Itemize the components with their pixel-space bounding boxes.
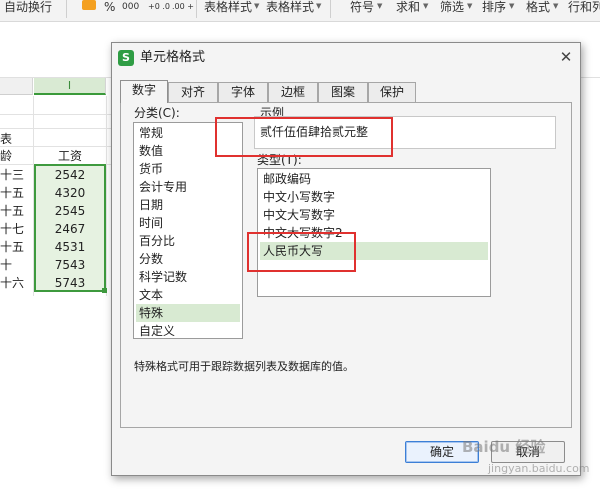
wrap-text-button[interactable]: 自动换行 — [4, 0, 56, 16]
tab-protection[interactable]: 保护 — [368, 82, 416, 102]
list-item[interactable]: 会计专用 — [136, 178, 240, 196]
table-row-left[interactable]: 十三 — [0, 166, 32, 184]
list-item[interactable]: 时间 — [136, 214, 240, 232]
highlight-annotation-type — [247, 232, 356, 272]
gridline — [0, 128, 112, 129]
ribbon-separator — [66, 0, 67, 18]
close-icon[interactable]: ✕ — [556, 47, 576, 67]
tab-border[interactable]: 边框 — [268, 82, 318, 102]
list-item[interactable]: 百分比 — [136, 232, 240, 250]
salary-cell[interactable]: 2545 — [36, 202, 104, 220]
dialog-tabs: 数字 对齐 字体 边框 图案 保护 — [120, 80, 576, 103]
column-header-h[interactable] — [0, 78, 33, 95]
salary-cell[interactable]: 2467 — [36, 220, 104, 238]
sum-button[interactable]: 求和 — [396, 0, 422, 16]
dialog-titlebar[interactable]: S 单元格格式 ✕ — [112, 43, 580, 73]
chevron-down-icon[interactable]: ▼ — [316, 2, 321, 10]
column-header-i[interactable]: I — [34, 78, 106, 95]
tab-alignment[interactable]: 对齐 — [168, 82, 218, 102]
tab-number[interactable]: 数字 — [120, 80, 168, 103]
chevron-down-icon[interactable]: ▼ — [423, 2, 428, 10]
category-description: 特殊格式可用于跟踪数据列表及数据库的值。 — [134, 360, 354, 373]
chevron-down-icon[interactable]: ▼ — [254, 2, 259, 10]
table-row-left[interactable]: 十 — [0, 256, 32, 274]
chevron-down-icon[interactable]: ▼ — [509, 2, 514, 10]
table-style-button[interactable]: 表格样式 — [266, 0, 314, 16]
table-row-left[interactable]: 十五 — [0, 184, 32, 202]
thousands-button[interactable]: 000 — [122, 0, 142, 16]
header-cell-age[interactable]: 龄 — [0, 147, 32, 165]
dialog-title: 单元格格式 — [140, 50, 206, 65]
symbol-button[interactable]: 符号 — [350, 0, 376, 16]
list-item[interactable]: 中文小写数字 — [260, 188, 488, 206]
table-row-left[interactable]: 十五 — [0, 238, 32, 256]
salary-cell[interactable]: 7543 — [36, 256, 104, 274]
filter-button[interactable]: 筛选 — [440, 0, 466, 16]
salary-cell[interactable]: 4320 — [36, 184, 104, 202]
chevron-down-icon[interactable]: ▼ — [467, 2, 472, 10]
list-item[interactable]: 自定义 — [136, 322, 240, 338]
decrease-decimal-button[interactable]: .00 +0 — [172, 0, 194, 16]
list-item[interactable]: 邮政编码 — [260, 170, 488, 188]
header-cell-salary[interactable]: 工资 — [36, 147, 104, 165]
gridline — [0, 114, 112, 115]
baidu-watermark-logo: Baidu 经验 — [462, 438, 546, 456]
chevron-down-icon[interactable]: ▼ — [553, 2, 558, 10]
table-row-left[interactable]: 十五 — [0, 202, 32, 220]
category-label: 分类(C): — [134, 106, 180, 120]
salary-cell[interactable]: 2542 — [36, 166, 104, 184]
list-item[interactable]: 日期 — [136, 196, 240, 214]
table-row-left[interactable]: 十七 — [0, 220, 32, 238]
sort-button[interactable]: 排序 — [482, 0, 508, 16]
format-button[interactable]: 格式 — [526, 0, 552, 16]
wps-app-icon: S — [118, 50, 134, 66]
list-item[interactable]: 货币 — [136, 160, 240, 178]
ribbon-separator — [196, 0, 197, 18]
list-item[interactable]: 中文大写数字 — [260, 206, 488, 224]
currency-icon[interactable] — [82, 0, 96, 10]
tab-pattern[interactable]: 图案 — [318, 82, 368, 102]
list-item[interactable]: 文本 — [136, 286, 240, 304]
rows-columns-button[interactable]: 行和列 — [568, 0, 600, 16]
percent-button[interactable]: % — [104, 0, 118, 16]
list-item[interactable]: 分数 — [136, 250, 240, 268]
chevron-down-icon[interactable]: ▼ — [377, 2, 382, 10]
baidu-watermark-url: jingyan.baidu.com — [488, 462, 590, 475]
highlight-annotation-sample — [215, 117, 393, 157]
increase-decimal-button[interactable]: +0 .00 — [148, 0, 170, 16]
salary-cell[interactable]: 5743 — [36, 274, 104, 292]
list-item-special-selected[interactable]: 特殊 — [136, 304, 240, 322]
sheet-title-cell[interactable]: 表 — [0, 130, 30, 148]
gridline — [106, 96, 107, 296]
ribbon-separator — [330, 0, 331, 18]
ribbon-toolbar: 自动换行 % 000 +0 .00 .00 +0 表格样式 ▼ 表格样式 ▼ 符… — [0, 0, 600, 22]
format-cells-dialog: S 单元格格式 ✕ 数字 对齐 字体 边框 图案 保护 分类(C): 常规 数值… — [111, 42, 581, 476]
tab-font[interactable]: 字体 — [218, 82, 268, 102]
table-row-left[interactable]: 十六 — [0, 274, 32, 292]
list-item[interactable]: 科学记数 — [136, 268, 240, 286]
conditional-format-button[interactable]: 表格样式 — [204, 0, 252, 16]
salary-cell[interactable]: 4531 — [36, 238, 104, 256]
